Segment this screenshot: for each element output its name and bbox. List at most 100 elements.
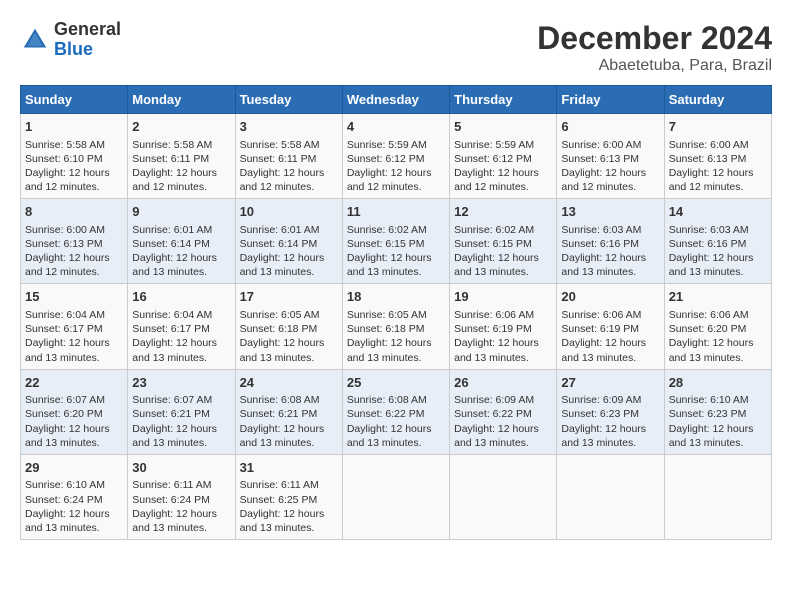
day-number: 18: [347, 288, 445, 306]
day-of-week-header: Tuesday: [235, 86, 342, 114]
sunset-label: Sunset: 6:10 PM: [25, 153, 103, 165]
calendar-cell: 5 Sunrise: 5:59 AM Sunset: 6:12 PM Dayli…: [450, 114, 557, 199]
daylight-label: Daylight: 12 hours and 13 minutes.: [132, 337, 217, 363]
day-number: 8: [25, 203, 123, 221]
sunset-label: Sunset: 6:18 PM: [240, 323, 318, 335]
sunset-label: Sunset: 6:17 PM: [132, 323, 210, 335]
sunrise-label: Sunrise: 5:59 AM: [454, 139, 534, 151]
calendar-cell: [450, 454, 557, 539]
calendar-cell: 11 Sunrise: 6:02 AM Sunset: 6:15 PM Dayl…: [342, 199, 449, 284]
logo-general: General: [54, 19, 121, 39]
daylight-label: Daylight: 12 hours and 13 minutes.: [25, 508, 110, 534]
sunset-label: Sunset: 6:14 PM: [240, 238, 318, 250]
sunset-label: Sunset: 6:19 PM: [454, 323, 532, 335]
sunrise-label: Sunrise: 5:58 AM: [240, 139, 320, 151]
sunrise-label: Sunrise: 6:05 AM: [347, 309, 427, 321]
sunrise-label: Sunrise: 6:02 AM: [454, 224, 534, 236]
sunrise-label: Sunrise: 6:08 AM: [347, 394, 427, 406]
calendar-week-row: 15 Sunrise: 6:04 AM Sunset: 6:17 PM Dayl…: [21, 284, 772, 369]
sunrise-label: Sunrise: 6:01 AM: [132, 224, 212, 236]
day-of-week-header: Friday: [557, 86, 664, 114]
daylight-label: Daylight: 12 hours and 12 minutes.: [240, 167, 325, 193]
day-of-week-header: Wednesday: [342, 86, 449, 114]
daylight-label: Daylight: 12 hours and 13 minutes.: [132, 252, 217, 278]
daylight-label: Daylight: 12 hours and 12 minutes.: [454, 167, 539, 193]
logo-text: General Blue: [54, 20, 121, 60]
sunrise-label: Sunrise: 6:10 AM: [669, 394, 749, 406]
calendar-cell: 17 Sunrise: 6:05 AM Sunset: 6:18 PM Dayl…: [235, 284, 342, 369]
calendar-cell: 10 Sunrise: 6:01 AM Sunset: 6:14 PM Dayl…: [235, 199, 342, 284]
sunset-label: Sunset: 6:15 PM: [454, 238, 532, 250]
sunrise-label: Sunrise: 5:58 AM: [132, 139, 212, 151]
calendar-cell: 8 Sunrise: 6:00 AM Sunset: 6:13 PM Dayli…: [21, 199, 128, 284]
calendar-cell: 2 Sunrise: 5:58 AM Sunset: 6:11 PM Dayli…: [128, 114, 235, 199]
day-of-week-header: Monday: [128, 86, 235, 114]
daylight-label: Daylight: 12 hours and 13 minutes.: [561, 337, 646, 363]
calendar-cell: 22 Sunrise: 6:07 AM Sunset: 6:20 PM Dayl…: [21, 369, 128, 454]
daylight-label: Daylight: 12 hours and 13 minutes.: [347, 337, 432, 363]
daylight-label: Daylight: 12 hours and 13 minutes.: [25, 423, 110, 449]
sunrise-label: Sunrise: 6:07 AM: [25, 394, 105, 406]
day-number: 13: [561, 203, 659, 221]
sunset-label: Sunset: 6:13 PM: [669, 153, 747, 165]
sunrise-label: Sunrise: 6:01 AM: [240, 224, 320, 236]
calendar-cell: [664, 454, 771, 539]
sunset-label: Sunset: 6:20 PM: [25, 408, 103, 420]
calendar-week-row: 8 Sunrise: 6:00 AM Sunset: 6:13 PM Dayli…: [21, 199, 772, 284]
calendar-cell: 13 Sunrise: 6:03 AM Sunset: 6:16 PM Dayl…: [557, 199, 664, 284]
page-subtitle: Abaetetuba, Para, Brazil: [537, 57, 772, 75]
day-number: 14: [669, 203, 767, 221]
daylight-label: Daylight: 12 hours and 13 minutes.: [454, 337, 539, 363]
daylight-label: Daylight: 12 hours and 12 minutes.: [25, 252, 110, 278]
sunset-label: Sunset: 6:11 PM: [132, 153, 209, 165]
sunset-label: Sunset: 6:23 PM: [561, 408, 639, 420]
day-number: 6: [561, 118, 659, 136]
day-number: 12: [454, 203, 552, 221]
sunrise-label: Sunrise: 6:04 AM: [132, 309, 212, 321]
calendar-cell: 26 Sunrise: 6:09 AM Sunset: 6:22 PM Dayl…: [450, 369, 557, 454]
sunset-label: Sunset: 6:21 PM: [132, 408, 210, 420]
day-number: 19: [454, 288, 552, 306]
sunset-label: Sunset: 6:20 PM: [669, 323, 747, 335]
daylight-label: Daylight: 12 hours and 13 minutes.: [347, 252, 432, 278]
daylight-label: Daylight: 12 hours and 12 minutes.: [25, 167, 110, 193]
calendar-cell: 15 Sunrise: 6:04 AM Sunset: 6:17 PM Dayl…: [21, 284, 128, 369]
sunrise-label: Sunrise: 6:11 AM: [240, 479, 319, 491]
sunset-label: Sunset: 6:14 PM: [132, 238, 210, 250]
sunset-label: Sunset: 6:18 PM: [347, 323, 425, 335]
sunset-label: Sunset: 6:24 PM: [132, 494, 210, 506]
calendar-cell: 30 Sunrise: 6:11 AM Sunset: 6:24 PM Dayl…: [128, 454, 235, 539]
calendar-cell: 28 Sunrise: 6:10 AM Sunset: 6:23 PM Dayl…: [664, 369, 771, 454]
sunrise-label: Sunrise: 6:07 AM: [132, 394, 212, 406]
day-number: 20: [561, 288, 659, 306]
day-number: 28: [669, 374, 767, 392]
calendar-header-row: SundayMondayTuesdayWednesdayThursdayFrid…: [21, 86, 772, 114]
daylight-label: Daylight: 12 hours and 13 minutes.: [347, 423, 432, 449]
calendar-cell: 4 Sunrise: 5:59 AM Sunset: 6:12 PM Dayli…: [342, 114, 449, 199]
day-number: 7: [669, 118, 767, 136]
calendar-cell: 29 Sunrise: 6:10 AM Sunset: 6:24 PM Dayl…: [21, 454, 128, 539]
calendar-cell: 23 Sunrise: 6:07 AM Sunset: 6:21 PM Dayl…: [128, 369, 235, 454]
calendar-week-row: 1 Sunrise: 5:58 AM Sunset: 6:10 PM Dayli…: [21, 114, 772, 199]
day-number: 22: [25, 374, 123, 392]
daylight-label: Daylight: 12 hours and 13 minutes.: [240, 423, 325, 449]
sunset-label: Sunset: 6:11 PM: [240, 153, 317, 165]
logo-blue: Blue: [54, 39, 93, 59]
day-number: 30: [132, 459, 230, 477]
sunset-label: Sunset: 6:17 PM: [25, 323, 103, 335]
day-number: 15: [25, 288, 123, 306]
calendar-cell: 18 Sunrise: 6:05 AM Sunset: 6:18 PM Dayl…: [342, 284, 449, 369]
calendar-week-row: 22 Sunrise: 6:07 AM Sunset: 6:20 PM Dayl…: [21, 369, 772, 454]
day-number: 11: [347, 203, 445, 221]
daylight-label: Daylight: 12 hours and 13 minutes.: [25, 337, 110, 363]
sunrise-label: Sunrise: 6:00 AM: [561, 139, 641, 151]
page-title: December 2024: [537, 20, 772, 57]
logo: General Blue: [20, 20, 121, 60]
sunset-label: Sunset: 6:19 PM: [561, 323, 639, 335]
calendar-cell: 25 Sunrise: 6:08 AM Sunset: 6:22 PM Dayl…: [342, 369, 449, 454]
daylight-label: Daylight: 12 hours and 13 minutes.: [240, 337, 325, 363]
sunset-label: Sunset: 6:25 PM: [240, 494, 318, 506]
calendar-cell: [557, 454, 664, 539]
day-number: 21: [669, 288, 767, 306]
daylight-label: Daylight: 12 hours and 13 minutes.: [561, 423, 646, 449]
